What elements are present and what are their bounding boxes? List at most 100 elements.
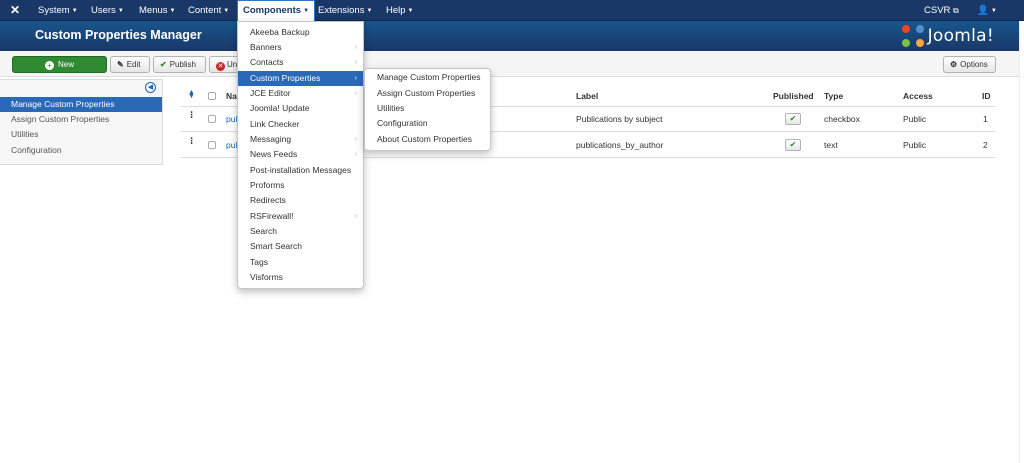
chevron-right-icon: › [354, 59, 357, 66]
menu-users[interactable]: Users ▼ [91, 0, 124, 21]
column-access-header[interactable]: Access [903, 91, 933, 101]
row-checkbox[interactable] [208, 141, 216, 149]
menu-item-smart-search[interactable]: Smart Search [238, 239, 363, 254]
new-button[interactable]: + New [12, 56, 107, 73]
submenu-item-utilities[interactable]: Utilities [365, 101, 490, 116]
menu-menus[interactable]: Menus ▼ [139, 0, 175, 21]
page-scrollbar[interactable] [1019, 21, 1024, 463]
sidebar-item-utilities[interactable]: Utilities [0, 127, 162, 142]
column-name-header[interactable]: Na [226, 91, 237, 101]
gear-icon: ⚙ [950, 60, 958, 69]
joomla-mark-icon [901, 25, 924, 47]
sidebar-item-configuration[interactable]: Configuration [0, 143, 162, 158]
caret-down-icon: ▼ [223, 8, 230, 14]
row-id: 2 [983, 140, 988, 150]
menu-help[interactable]: Help ▼ [386, 0, 414, 21]
menu-item-label: Contacts [250, 57, 284, 67]
edit-icon: ✎ [117, 60, 124, 69]
menu-item-post-installation-messages[interactable]: Post-installation Messages [238, 163, 363, 178]
published-toggle[interactable]: ✔ [785, 113, 801, 125]
menu-item-joomla-update[interactable]: Joomla! Update [238, 101, 363, 116]
menu-item-tags[interactable]: Tags [238, 255, 363, 270]
menu-label: Menus [139, 5, 168, 16]
column-type-header[interactable]: Type [824, 91, 843, 101]
chevron-right-icon: › [354, 75, 357, 82]
menu-item-banners[interactable]: Banners › [238, 40, 363, 55]
menu-item-contacts[interactable]: Contacts › [238, 55, 363, 70]
collapse-sidebar-icon[interactable]: ◀ [145, 82, 156, 93]
menu-item-label: Redirects [250, 195, 286, 205]
drag-handle-icon[interactable]: ⁝ [190, 137, 193, 147]
sidebar-item-manage[interactable]: Manage Custom Properties [0, 97, 162, 112]
menu-item-akeeba-backup[interactable]: Akeeba Backup [238, 25, 363, 40]
menu-system[interactable]: System ▼ [38, 0, 78, 21]
joomla-logo-icon[interactable]: ✕ [8, 3, 22, 17]
options-button[interactable]: ⚙ Options [943, 56, 996, 73]
user-icon: 👤 [977, 5, 989, 16]
caret-down-icon: ▼ [366, 8, 373, 14]
drag-handle-icon[interactable]: ⁝ [190, 111, 193, 121]
menu-item-label: News Feeds [250, 149, 298, 159]
menu-item-label: Tags [250, 257, 268, 267]
menu-item-label: Visforms [250, 272, 283, 282]
menu-item-visforms[interactable]: Visforms [238, 270, 363, 285]
row-checkbox[interactable] [208, 115, 216, 123]
column-published-header[interactable]: Published [773, 91, 814, 101]
row-label: Publications by subject [576, 114, 663, 124]
x-circle-icon: ✕ [216, 62, 225, 71]
menu-item-redirects[interactable]: Redirects [238, 193, 363, 208]
joomla-brand: Joomla! [901, 25, 994, 47]
edit-button-label: Edit [126, 60, 141, 69]
sidebar: ◀ Manage Custom Properties Assign Custom… [0, 79, 163, 165]
menu-item-rsfirewall[interactable]: RSFirewall! › [238, 209, 363, 224]
page-header: Custom Properties Manager Joomla! [0, 21, 1024, 51]
submenu-item-configuration[interactable]: Configuration [365, 116, 490, 131]
caret-down-icon: ▼ [117, 8, 124, 14]
menu-item-label: Joomla! Update [250, 103, 310, 113]
menu-item-label: Link Checker [250, 119, 300, 129]
submenu-item-manage-custom-properties[interactable]: Manage Custom Properties [365, 70, 490, 85]
menu-item-custom-properties[interactable]: Custom Properties › [238, 71, 363, 86]
menu-label: Extensions [318, 5, 365, 16]
submenu-item-about-custom-properties[interactable]: About Custom Properties [365, 132, 490, 147]
submenu-item-assign-custom-properties[interactable]: Assign Custom Properties [365, 86, 490, 101]
published-toggle[interactable]: ✔ [785, 139, 801, 151]
site-link[interactable]: CSVR ⧉ [924, 0, 959, 21]
menu-item-news-feeds[interactable]: News Feeds › [238, 147, 363, 162]
column-label-header[interactable]: Label [576, 91, 598, 101]
row-name-link[interactable]: pul [226, 114, 237, 124]
menu-item-search[interactable]: Search [238, 224, 363, 239]
chevron-right-icon: › [354, 44, 357, 51]
brand-wordmark: Joomla! [927, 26, 994, 46]
menu-item-label: Banners [250, 42, 282, 52]
row-access: Public [903, 140, 927, 150]
menu-item-label: Search [250, 226, 277, 236]
unpublish-button-label: Un [227, 60, 238, 69]
menu-extensions[interactable]: Extensions ▼ [318, 0, 372, 21]
components-dropdown-menu: Akeeba Backup Banners › Contacts › Custom … [237, 21, 364, 289]
site-label: CSVR [924, 5, 951, 16]
menu-item-label: Akeeba Backup [250, 27, 310, 37]
sort-ordering-icon[interactable]: ▲ ▼ [188, 89, 195, 100]
publish-button[interactable]: ✔ Publish [153, 56, 206, 73]
external-link-icon: ⧉ [953, 6, 959, 15]
menu-item-proforms[interactable]: Proforms [238, 178, 363, 193]
menu-components[interactable]: Components ▼ [237, 0, 316, 21]
menu-label: System [38, 5, 70, 16]
select-all-checkbox[interactable] [208, 92, 216, 100]
menu-item-messaging[interactable]: Messaging › [238, 132, 363, 147]
row-name-link[interactable]: pul [226, 140, 237, 150]
caret-down-icon: ▼ [990, 8, 997, 14]
user-menu[interactable]: 👤 ▼ [977, 0, 997, 21]
menu-content[interactable]: Content ▼ [188, 0, 229, 21]
menu-item-jce-editor[interactable]: JCE Editor › [238, 86, 363, 101]
edit-button[interactable]: ✎ Edit [110, 56, 150, 73]
unpublish-button[interactable]: ✕ Un [209, 56, 239, 73]
row-type: text [824, 140, 838, 150]
caret-down-icon: ▼ [303, 8, 310, 14]
menu-item-link-checker[interactable]: Link Checker [238, 117, 363, 132]
column-id-header[interactable]: ID [982, 91, 991, 101]
page-title: Custom Properties Manager [35, 28, 202, 42]
chevron-right-icon: › [354, 90, 357, 97]
sidebar-item-assign[interactable]: Assign Custom Properties [0, 112, 162, 127]
